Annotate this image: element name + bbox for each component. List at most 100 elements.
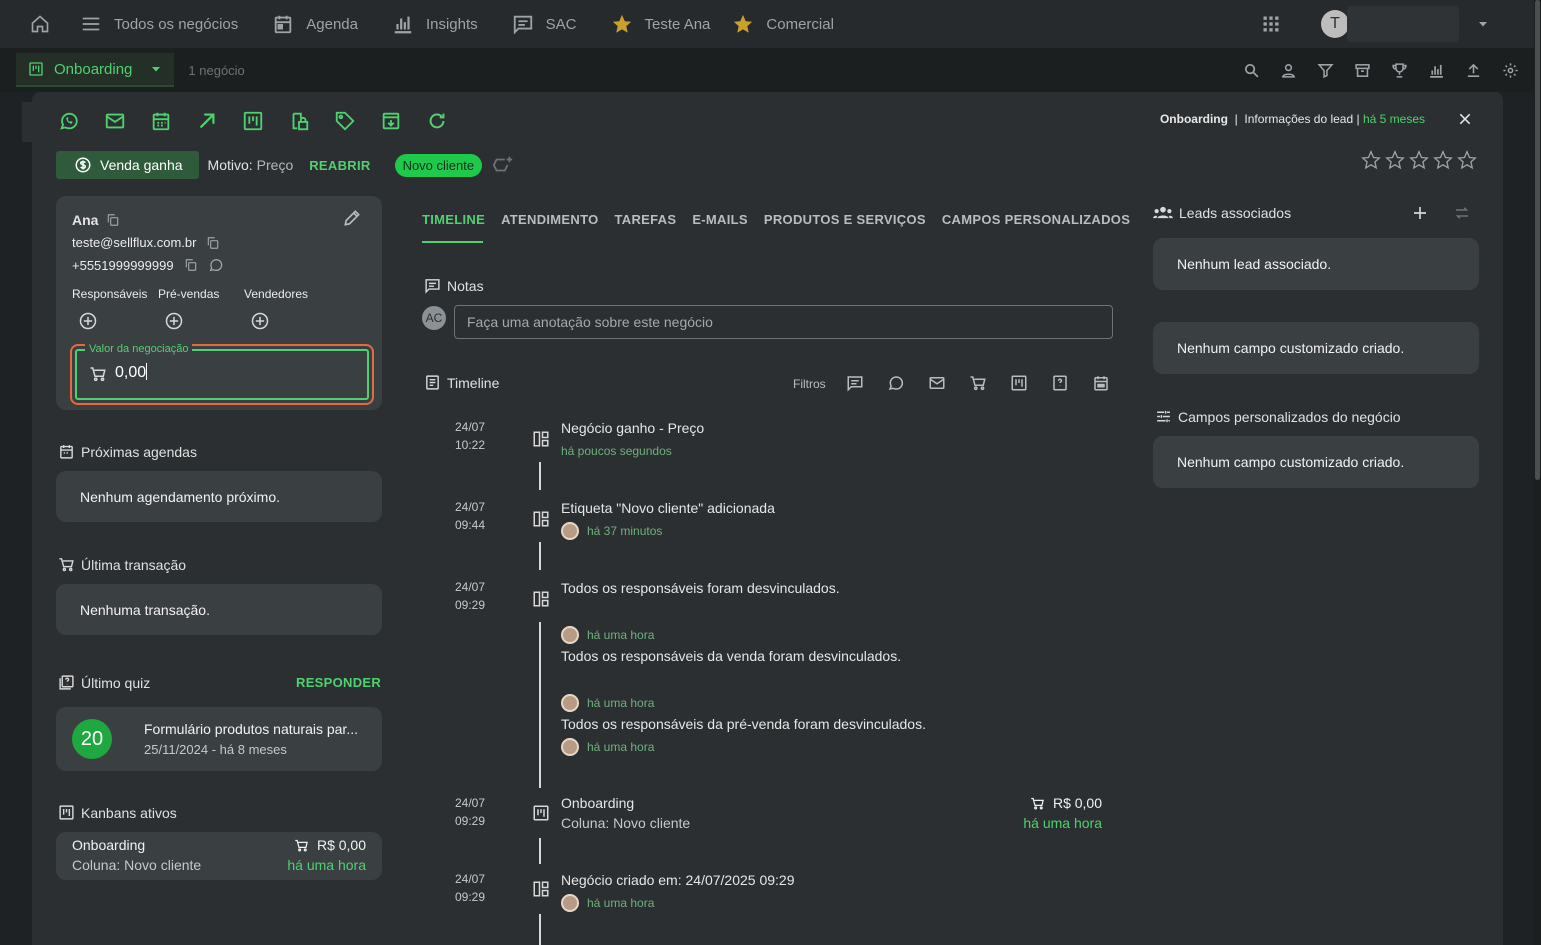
star-outline-icon[interactable]	[1409, 150, 1429, 170]
lead-phone: +5551999999999	[72, 257, 174, 273]
star-outline-icon[interactable]	[1433, 150, 1453, 170]
quiz-respond-button[interactable]: RESPONDER	[296, 675, 381, 690]
nav-todos-negocios[interactable]: Todos os negócios	[80, 13, 238, 35]
filter-icon[interactable]	[1317, 62, 1334, 79]
pipeline-bar: Onboarding 1 negócio	[0, 48, 1541, 92]
trophy-icon[interactable]	[1391, 62, 1408, 79]
deal-value-input[interactable]: 0,00	[115, 363, 147, 382]
nav-label: Todos os negócios	[114, 15, 239, 33]
quiz-title-label: Último quiz	[81, 674, 151, 691]
tab-campos[interactable]: CAMPOS PERSONALIZADOS	[942, 212, 1130, 227]
dollar-circle-icon	[75, 157, 91, 173]
tab-produtos[interactable]: PRODUTOS E SERVIÇOS	[764, 212, 926, 227]
add-pre-venda-icon[interactable]	[164, 311, 184, 331]
active-tab-indicator	[422, 241, 483, 243]
archive-icon[interactable]	[380, 110, 402, 132]
whatsapp-icon[interactable]	[208, 257, 224, 273]
deal-dialog: Onboarding | Informações do lead | há 5 …	[32, 92, 1503, 945]
user-avatar[interactable]: T	[1321, 10, 1349, 38]
note-input[interactable]: Faça uma anotação sobre este negócio	[454, 305, 1113, 339]
copy-icon[interactable]	[106, 213, 120, 227]
role-label: Vendedores	[244, 287, 309, 301]
agendas-header: Próximas agendas	[58, 443, 197, 460]
campos-title: Campos personalizados do negócio	[1178, 408, 1401, 425]
add-vendedor-icon[interactable]	[250, 311, 270, 331]
role-label: Pré-vendas	[158, 287, 220, 301]
pipeline-select[interactable]: Onboarding	[16, 53, 175, 87]
timeline-connector	[539, 542, 541, 570]
add-responsavel-icon[interactable]	[78, 311, 98, 331]
arrow-up-right-icon[interactable]	[196, 110, 218, 132]
event-title: Negócio ganho - Preço	[561, 420, 705, 436]
refresh-icon[interactable]	[426, 110, 448, 132]
tag-chip[interactable]: Novo cliente	[394, 153, 483, 177]
apps-grid-icon[interactable]	[1261, 14, 1281, 34]
author-avatar: AC	[422, 306, 446, 330]
calendar-icon[interactable]	[150, 110, 172, 132]
calendar-icon	[275, 15, 292, 34]
nav-teste-ana[interactable]: Teste Ana	[611, 13, 710, 35]
tab-atendimento[interactable]: ATENDIMENTO	[501, 212, 598, 227]
event-time-ago: há uma hora	[587, 628, 655, 642]
star-outline-icon[interactable]	[1361, 150, 1381, 170]
calendar-filter-icon[interactable]	[1092, 374, 1110, 392]
whatsapp-filter-icon[interactable]	[887, 374, 905, 392]
settings-icon[interactable]	[1502, 62, 1519, 79]
nav-comercial[interactable]: Comercial	[732, 13, 834, 35]
archive-icon[interactable]	[1354, 62, 1371, 79]
whatsapp-icon[interactable]	[58, 110, 80, 132]
user-avatar	[561, 626, 579, 644]
notes-filter-icon[interactable]	[846, 374, 864, 392]
kanban-icon[interactable]	[242, 110, 264, 132]
copy-icon[interactable]	[206, 236, 220, 250]
tab-tarefas[interactable]: TAREFAS	[615, 212, 677, 227]
transacao-header: Última transação	[58, 556, 186, 573]
nav-sac[interactable]: SAC	[512, 13, 577, 35]
deal-value-field[interactable]: Valor da negociação 0,00	[75, 343, 369, 400]
tag-icon[interactable]	[334, 110, 356, 132]
scrollbar-thumb[interactable]	[1535, 0, 1540, 480]
swap-icon[interactable]	[1453, 204, 1471, 222]
home-button[interactable]	[0, 0, 80, 48]
nav-insights[interactable]: Insights	[392, 13, 478, 35]
upload-icon[interactable]	[1465, 62, 1482, 79]
nav-agenda[interactable]: Agenda	[272, 13, 358, 35]
search-icon[interactable]	[1243, 62, 1260, 79]
add-icon[interactable]	[1411, 204, 1429, 222]
kanban-icon	[29, 62, 43, 76]
notes-icon	[425, 279, 440, 294]
person-icon[interactable]	[1280, 62, 1297, 79]
rating-stars[interactable]	[1361, 150, 1477, 170]
timeline-title: Timeline	[447, 374, 500, 391]
kanban-card[interactable]: Onboarding Coluna: Novo cliente R$ 0,00 …	[56, 832, 382, 880]
chat-icon	[513, 15, 532, 35]
event-layout-icon	[533, 511, 549, 527]
event-time: 09:44	[454, 518, 486, 532]
transfer-lock-icon[interactable]	[288, 110, 310, 132]
lead-name-row: Ana	[72, 212, 120, 228]
tab-timeline[interactable]: TIMELINE	[422, 212, 485, 227]
bar-chart-icon[interactable]	[1428, 62, 1445, 79]
event-layout-icon	[533, 591, 549, 607]
quiz-filter-icon[interactable]	[1051, 374, 1069, 392]
quiz-card[interactable]: 20 Formulário produtos naturais par... 2…	[56, 707, 382, 771]
chevron-down-icon[interactable]	[1477, 18, 1489, 30]
page-scrollbar[interactable]	[1534, 0, 1541, 945]
copy-icon[interactable]	[184, 258, 198, 272]
edit-pencil-icon[interactable]	[342, 208, 362, 228]
kanban-column: Coluna: Novo cliente	[72, 857, 202, 873]
home-icon	[31, 15, 49, 33]
kanban-filter-icon[interactable]	[1010, 374, 1028, 392]
user-avatar	[561, 738, 579, 756]
tag-add-icon[interactable]	[492, 154, 514, 176]
email-filter-icon[interactable]	[928, 374, 946, 392]
email-icon[interactable]	[104, 110, 126, 132]
close-icon[interactable]	[1457, 111, 1473, 127]
cart-filter-icon[interactable]	[969, 374, 987, 392]
tab-emails[interactable]: E-MAILS	[692, 212, 748, 227]
star-outline-icon[interactable]	[1385, 150, 1405, 170]
reopen-button[interactable]: REABRIR	[309, 158, 370, 173]
event-time: 09:29	[454, 890, 486, 904]
star-outline-icon[interactable]	[1457, 150, 1477, 170]
sliders-icon	[1157, 410, 1170, 423]
